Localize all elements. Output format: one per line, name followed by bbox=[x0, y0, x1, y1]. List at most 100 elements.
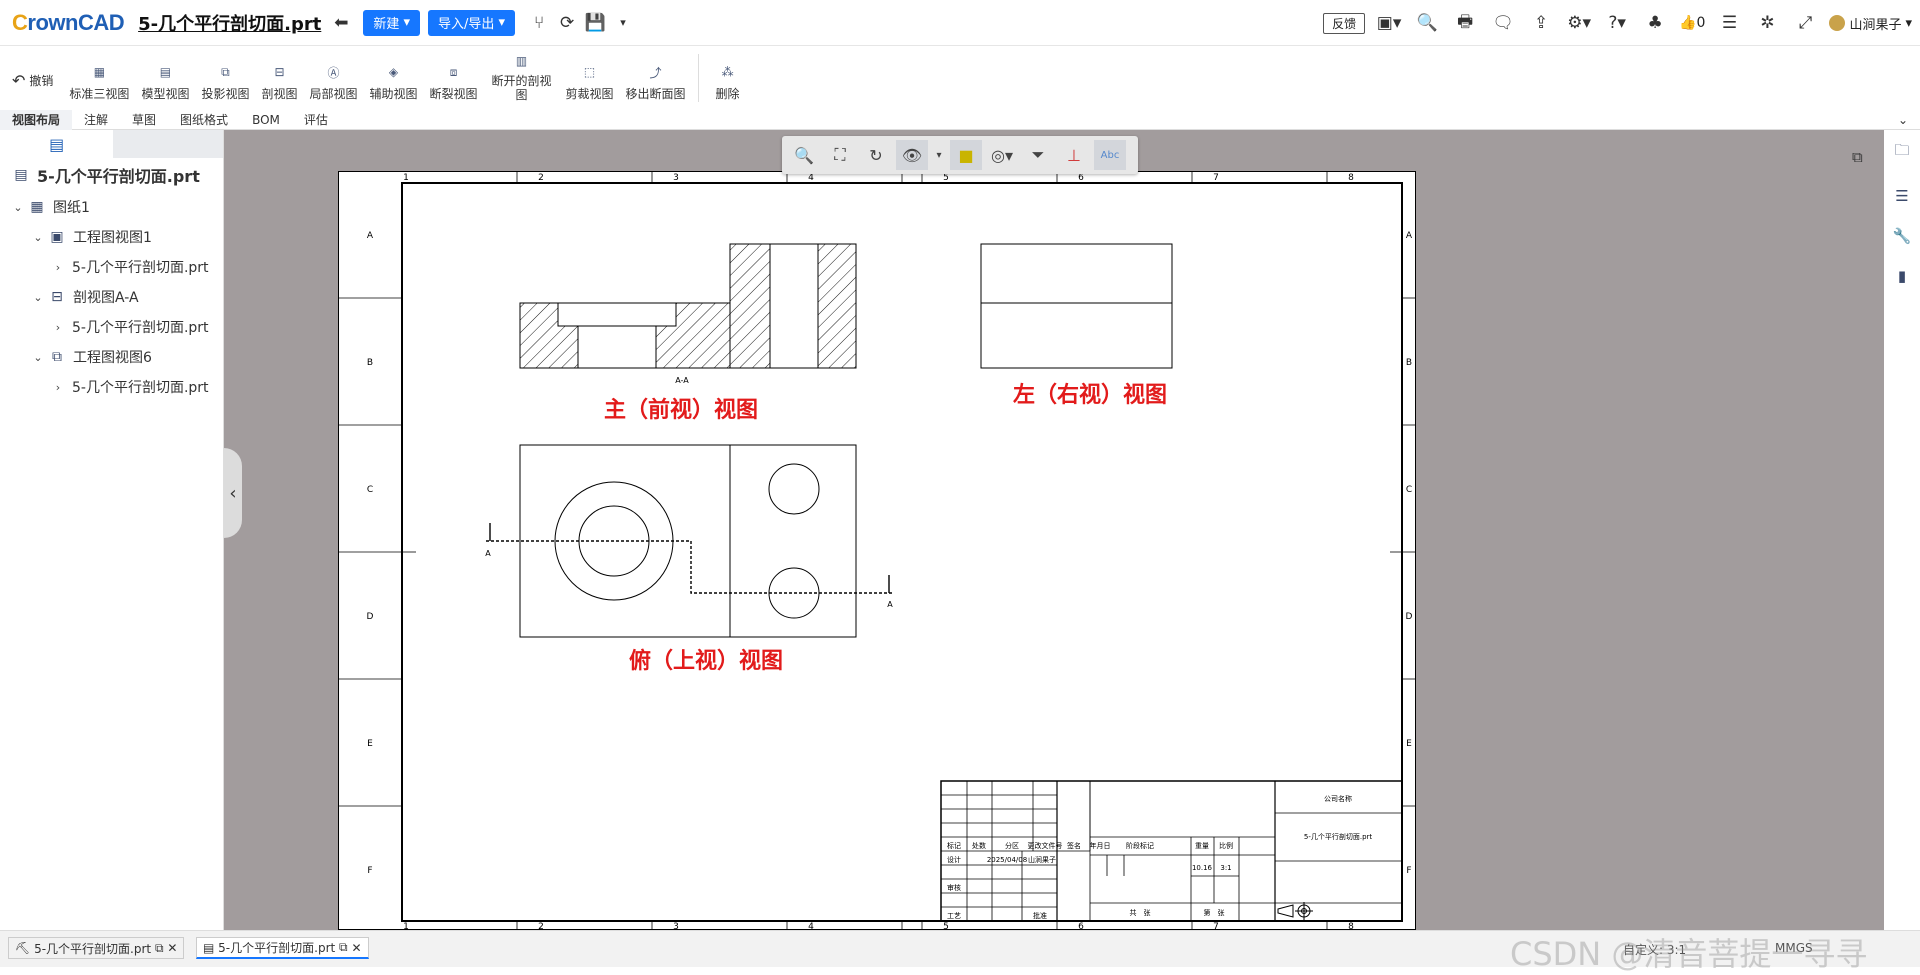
folder-icon[interactable]: 🗀 bbox=[1894, 140, 1909, 165]
tree-root[interactable]: ▤ 5-几个平行剖切面.prt bbox=[0, 158, 223, 192]
tree-item-part[interactable]: › 5-几个平行剖切面.prt bbox=[0, 252, 223, 282]
chevron-right-icon[interactable]: › bbox=[50, 381, 66, 394]
tb-designer: 山涧果子 bbox=[1028, 855, 1056, 864]
tab-bom[interactable]: BOM bbox=[240, 113, 292, 127]
share-icon[interactable]: ⇪ bbox=[1527, 9, 1555, 37]
wrench-icon[interactable]: 🔧 bbox=[1893, 227, 1912, 245]
tab-sheet-format[interactable]: 图纸格式 bbox=[168, 111, 240, 128]
properties-tab[interactable] bbox=[113, 130, 223, 158]
section-view-button[interactable]: ⊟ 剖视图 bbox=[261, 59, 297, 102]
col-label: 1 bbox=[403, 173, 409, 183]
drawing-sheet[interactable]: 1 2 3 4 5 6 7 8 1 2 3 4 5 6 7 8 A B C D … bbox=[338, 171, 1416, 932]
section-view-icon: ⊟ bbox=[274, 65, 285, 79]
bug-icon[interactable]: ✲ bbox=[1753, 9, 1781, 37]
user-menu[interactable]: 山涧果子 ▾ bbox=[1829, 14, 1912, 33]
col-label: 3 bbox=[673, 173, 679, 183]
document-title[interactable]: 5-几个平行剖切面.prt bbox=[138, 10, 321, 36]
chevron-right-icon[interactable]: › bbox=[50, 261, 66, 274]
model-view-button[interactable]: ▤ 模型视图 bbox=[141, 59, 189, 102]
chevron-down-icon[interactable]: ⌄ bbox=[30, 291, 46, 304]
tree-item-view6[interactable]: ⌄ ⧉ 工程图视图6 bbox=[0, 342, 223, 372]
shaded-cube-icon[interactable]: ■ bbox=[950, 140, 982, 170]
chevron-down-icon[interactable]: ▾ bbox=[609, 9, 637, 37]
file-tab-drawing[interactable]: ▤ 5-几个平行剖切面.prt ⧉ ✕ bbox=[196, 937, 369, 959]
tree-item-view1[interactable]: ⌄ ▣ 工程图视图1 bbox=[0, 222, 223, 252]
row-label: B bbox=[367, 358, 373, 368]
chevron-down-icon[interactable]: ⌄ bbox=[1886, 113, 1920, 127]
broken-out-section-button[interactable]: ▥ 断开的剖视 图 bbox=[490, 48, 554, 102]
broken-view-button[interactable]: ⧈ 断裂视图 bbox=[430, 59, 478, 102]
branch-icon[interactable]: ⑂ bbox=[525, 9, 553, 37]
display-style-icon[interactable]: ◎▾ bbox=[986, 140, 1018, 170]
undo-button[interactable]: ↶ 撤销 bbox=[12, 71, 53, 90]
front-section-view[interactable] bbox=[519, 243, 857, 369]
back-arrow-icon[interactable]: ⬅ bbox=[327, 9, 355, 37]
chevron-down-icon[interactable]: ▾ bbox=[932, 140, 946, 170]
col-label: 5 bbox=[943, 922, 949, 930]
tb-weight: 10.16 bbox=[1192, 864, 1213, 872]
tree-item-part[interactable]: › 5-几个平行剖切面.prt bbox=[0, 312, 223, 342]
tree-tab[interactable]: ▤ bbox=[0, 130, 114, 158]
tab-annotation[interactable]: 注解 bbox=[72, 111, 120, 128]
tree-item-section-view[interactable]: ⌄ ⊟ 剖视图A-A bbox=[0, 282, 223, 312]
layers-icon[interactable]: ☰ bbox=[1715, 9, 1743, 37]
print-icon[interactable]: 🖶 bbox=[1451, 9, 1479, 37]
crop-view-button[interactable]: ⬚ 剪裁视图 bbox=[566, 59, 614, 102]
section-label: A-A bbox=[675, 376, 689, 385]
standard-three-view-button[interactable]: ▦ 标准三视图 bbox=[69, 59, 129, 102]
chevron-right-icon[interactable]: › bbox=[50, 321, 66, 334]
rotate-icon[interactable]: ↻ bbox=[860, 140, 892, 170]
removed-section-button[interactable]: ⤴ 移出断面图 bbox=[626, 59, 686, 102]
col-label: 7 bbox=[1213, 922, 1219, 930]
new-button[interactable]: 新建 ▾ bbox=[363, 9, 420, 36]
restore-icon[interactable]: ⧉ bbox=[155, 941, 164, 956]
help-icon[interactable]: ?▾ bbox=[1603, 9, 1631, 37]
save-icon[interactable]: 💾 bbox=[581, 9, 609, 37]
close-icon[interactable]: ✕ bbox=[351, 941, 361, 955]
tab-evaluate[interactable]: 评估 bbox=[292, 111, 340, 128]
tree-item-sheet[interactable]: ⌄ ▦ 图纸1 bbox=[0, 192, 223, 222]
restore-icon[interactable]: ⧉ bbox=[339, 940, 348, 955]
book-icon[interactable]: ▮ bbox=[1898, 267, 1906, 285]
chevron-down-icon[interactable]: ⌄ bbox=[30, 231, 46, 244]
tb-label: 第 张 bbox=[1204, 908, 1225, 917]
coordinate-axes-icon[interactable]: ⊥ bbox=[1058, 140, 1090, 170]
feedback-button[interactable]: 反馈 bbox=[1323, 12, 1366, 34]
col-label: 6 bbox=[1078, 173, 1084, 183]
like-button[interactable]: 👍0 bbox=[1679, 15, 1705, 31]
filter-icon[interactable]: ⏷ bbox=[1022, 140, 1054, 170]
tb-date: 2025/04/08 bbox=[987, 856, 1027, 864]
import-export-button[interactable]: 导入/导出 ▾ bbox=[428, 9, 516, 36]
zoom-fit-icon[interactable]: ⛶ bbox=[824, 140, 856, 170]
chevron-down-icon[interactable]: ⌄ bbox=[30, 351, 46, 364]
settings-icon[interactable]: ⚙▾ bbox=[1565, 9, 1593, 37]
delete-button[interactable]: ⁂ 删除 bbox=[715, 59, 741, 102]
text-annotation-icon[interactable]: Abc bbox=[1094, 140, 1126, 170]
chevron-down-icon[interactable]: ⌄ bbox=[10, 201, 26, 214]
community-icon[interactable]: ♣ bbox=[1641, 9, 1669, 37]
tab-sketch[interactable]: 草图 bbox=[120, 111, 168, 128]
eye-icon[interactable]: 👁 bbox=[896, 140, 928, 170]
watermark: CSDN @清音菩提一寻寻 bbox=[1510, 935, 1868, 973]
detail-view-button[interactable]: Ⓐ 局部视图 bbox=[309, 59, 357, 102]
auxiliary-view-button[interactable]: ◈ 辅助视图 bbox=[370, 59, 418, 102]
annotation-front-view: 主（前视）视图 bbox=[604, 397, 758, 423]
zoom-icon[interactable]: 🔍 bbox=[788, 140, 820, 170]
left-side-view[interactable] bbox=[980, 243, 1173, 369]
tree-item-part[interactable]: › 5-几个平行剖切面.prt bbox=[0, 372, 223, 402]
comment-icon[interactable]: 🗨 bbox=[1489, 9, 1517, 37]
collapse-panel-handle[interactable]: ‹ bbox=[224, 448, 242, 538]
annotation-top-view: 俯（上视）视图 bbox=[629, 648, 783, 674]
storage-icon[interactable]: ☰ bbox=[1895, 187, 1908, 205]
fullscreen-icon[interactable]: ⤢ bbox=[1791, 9, 1819, 37]
restore-window-icon[interactable]: ⧉ bbox=[1852, 148, 1863, 166]
projected-view-button[interactable]: ⧉ 投影视图 bbox=[201, 59, 249, 102]
file-tab-part[interactable]: ⛏ 5-几个平行剖切面.prt ⧉ ✕ bbox=[8, 937, 185, 959]
tab-view-layout[interactable]: 视图布局 bbox=[0, 109, 73, 130]
display-mode-icon[interactable]: ▣▾ bbox=[1375, 9, 1403, 37]
removed-section-icon: ⤴ bbox=[649, 65, 662, 80]
close-icon[interactable]: ✕ bbox=[167, 941, 177, 955]
refresh-icon[interactable]: ⟳ bbox=[553, 9, 581, 37]
search-icon[interactable]: 🔍 bbox=[1413, 9, 1441, 37]
top-plan-view[interactable] bbox=[486, 444, 893, 638]
